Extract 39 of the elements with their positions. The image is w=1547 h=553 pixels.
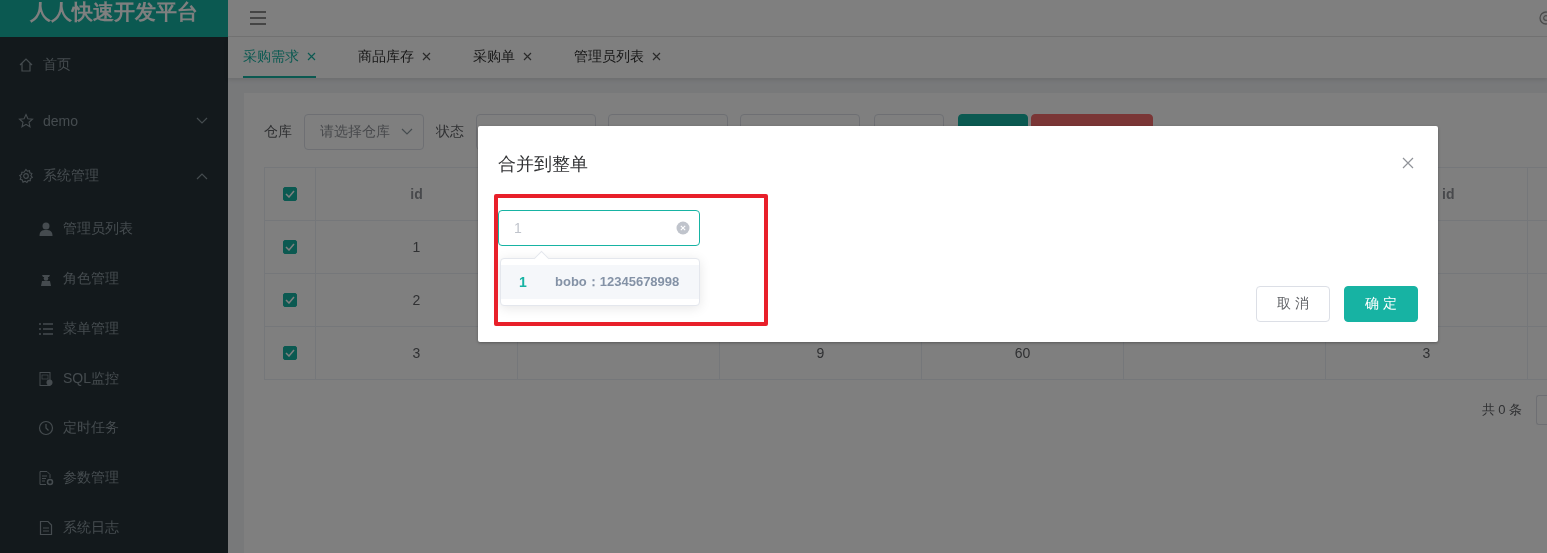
document-icon [38, 520, 54, 537]
document-gear-icon [38, 470, 54, 487]
close-icon [307, 52, 316, 61]
checkbox[interactable] [283, 346, 297, 360]
check-icon [285, 296, 295, 304]
tab[interactable]: 管理员列表 [574, 37, 661, 78]
clock-icon [38, 420, 54, 437]
tab[interactable]: 采购需求 [243, 37, 316, 78]
list-icon [38, 320, 54, 337]
app-logo: 人人快速开发平台 [30, 0, 198, 24]
check-icon [285, 349, 295, 357]
filter-label: 仓库 [264, 123, 292, 141]
close-icon [652, 52, 661, 61]
checkbox[interactable] [283, 293, 297, 307]
tab[interactable]: 采购单 [473, 37, 532, 78]
checkbox[interactable] [283, 187, 297, 201]
close-icon [1402, 157, 1414, 169]
user-icon [38, 221, 54, 238]
database-document-icon [38, 370, 54, 387]
settings-icon [18, 168, 34, 185]
check-icon [285, 190, 295, 198]
cancel-button[interactable]: 取 消 [1256, 286, 1330, 322]
check-icon [285, 243, 295, 251]
filter-label: 状态 [436, 123, 464, 141]
chevron-down-icon [401, 128, 413, 136]
clear-icon [676, 221, 690, 235]
settings-icon [1537, 10, 1547, 26]
star-icon [18, 112, 34, 129]
menu-icon [250, 11, 266, 25]
checkbox[interactable] [283, 240, 297, 254]
total-count: 共 0 条 [1481, 401, 1522, 419]
close-icon [422, 52, 431, 61]
confirm-button[interactable]: 确 定 [1344, 286, 1418, 322]
dropdown-option[interactable]: 1 bobo：12345678998 [501, 265, 699, 299]
close-icon [523, 52, 532, 61]
home-icon [18, 56, 34, 73]
menu-button[interactable] [250, 11, 266, 25]
tab[interactable]: 商品库存 [358, 37, 431, 78]
close-button[interactable] [1402, 157, 1414, 169]
